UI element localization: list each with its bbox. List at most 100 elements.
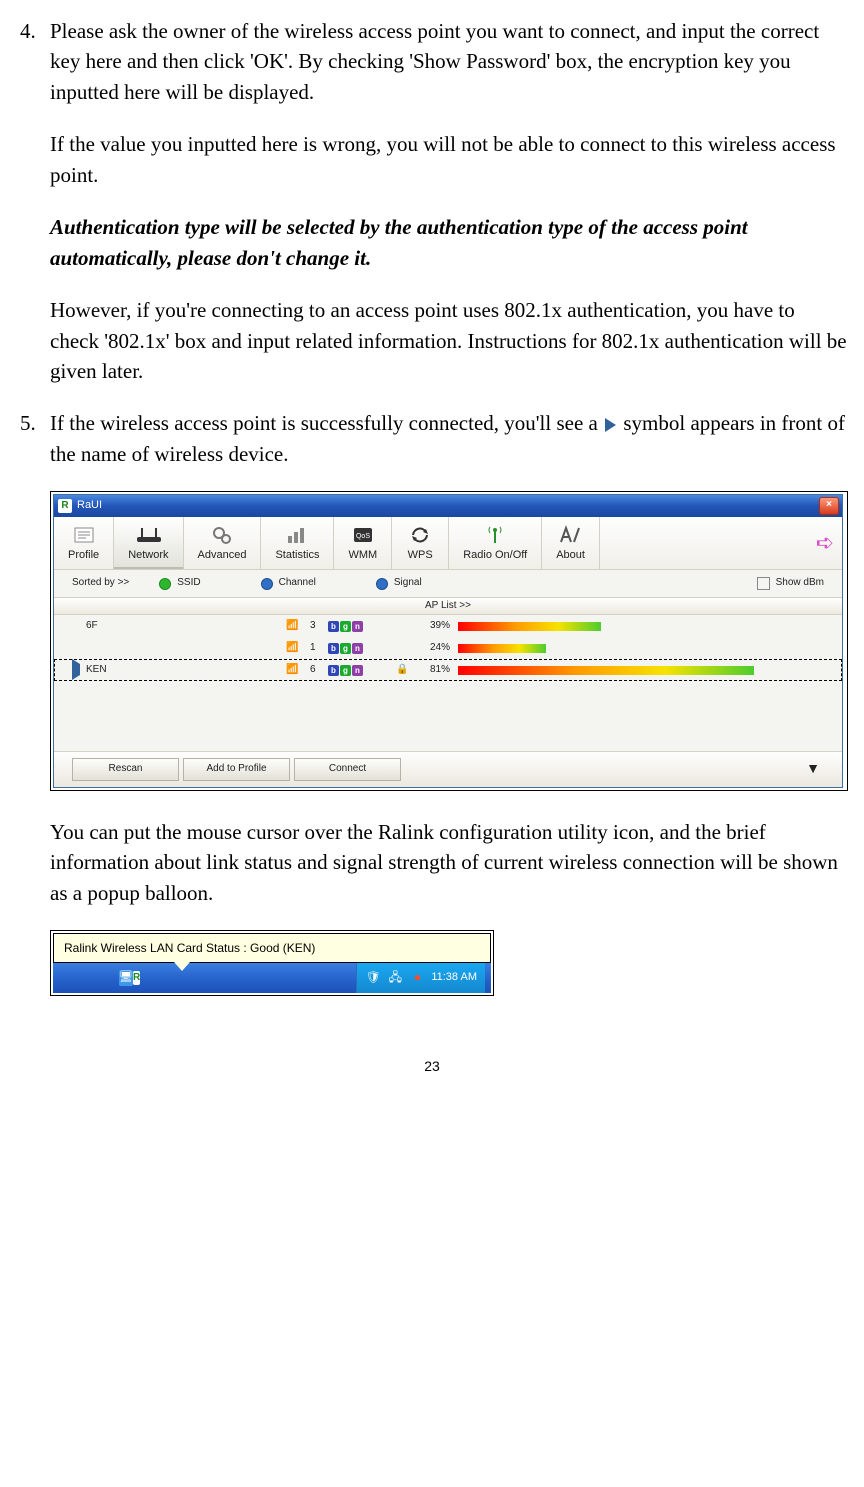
- app-icon: R: [58, 499, 72, 513]
- tab-label: WMM: [348, 548, 377, 564]
- tray-clock: 11:38 AM: [431, 970, 477, 986]
- sort-opt-label: Signal: [394, 576, 422, 591]
- signal-bar: [458, 666, 824, 675]
- page-number: 23: [16, 1056, 848, 1076]
- tab-label: WPS: [408, 548, 433, 564]
- ap-row-connected[interactable]: KEN 📶 6 bgn 🔒 81%: [54, 659, 842, 681]
- lock-icon: 🔒: [396, 663, 410, 678]
- button-row: Rescan Add to Profile Connect ▼: [54, 751, 842, 787]
- step-4: 4. Please ask the owner of the wireless …: [50, 16, 848, 386]
- sort-channel[interactable]: Channel: [261, 576, 316, 591]
- router-icon: [134, 524, 162, 546]
- tab-advanced[interactable]: Advanced: [184, 517, 262, 569]
- ap-channel: 1: [310, 641, 328, 656]
- window-title: RaUI: [77, 498, 102, 514]
- about-icon: [557, 524, 585, 546]
- ap-channel: 6: [310, 663, 328, 678]
- mode-icon: 📶: [286, 663, 310, 678]
- tab-network[interactable]: Network: [114, 517, 183, 569]
- sort-row: Sorted by >> SSID Channel Signal Show dB…: [54, 570, 842, 597]
- ap-channel: 3: [310, 619, 328, 634]
- ap-name: KEN: [86, 663, 286, 678]
- sort-opt-label: SSID: [177, 576, 200, 591]
- step4-para1: Please ask the owner of the wireless acc…: [50, 16, 848, 107]
- show-dbm-label: Show dBm: [776, 576, 824, 591]
- step5-para2: You can put the mouse cursor over the Ra…: [50, 817, 848, 908]
- tab-radio[interactable]: Radio On/Off: [449, 517, 542, 569]
- tray-shield-icon[interactable]: 🛡: [365, 970, 381, 986]
- radio-dot-icon: [159, 578, 171, 590]
- signal-bar: [458, 622, 824, 631]
- taskbar: 🖥 R 🛡 🖧 ● 11:38 AM: [53, 963, 491, 993]
- antenna-icon: [481, 524, 509, 546]
- tab-wmm[interactable]: QoS WMM: [334, 517, 392, 569]
- signal-pct: 81%: [410, 663, 458, 678]
- tab-label: Statistics: [275, 548, 319, 564]
- svg-text:QoS: QoS: [356, 533, 370, 540]
- step-number: 4.: [20, 16, 36, 46]
- signal-pct: 24%: [410, 641, 458, 656]
- radio-dot-icon: [261, 578, 273, 590]
- mode-icon: 📶: [286, 619, 310, 634]
- tab-label: Profile: [68, 548, 99, 564]
- step4-para4: However, if you're connecting to an acce…: [50, 295, 848, 386]
- tooltip-text: Ralink Wireless LAN Card Status : Good (…: [64, 941, 315, 955]
- ap-row[interactable]: 6F 📶 3 bgn 39%: [54, 615, 842, 637]
- tab-label: Network: [128, 548, 168, 564]
- screenshot-raui: R RaUI × Profile: [50, 491, 848, 791]
- conn-mark: [72, 663, 86, 678]
- systray: 🛡 🖧 ● 11:38 AM: [356, 963, 485, 993]
- profile-icon: [70, 524, 98, 546]
- tab-wps[interactable]: WPS: [392, 517, 449, 569]
- step-5: 5. If the wireless access point is succe…: [50, 408, 848, 996]
- expand-down-icon[interactable]: ▼: [806, 758, 824, 781]
- step-number: 5.: [20, 408, 36, 438]
- ap-row[interactable]: 📶 1 bgn 24%: [54, 637, 842, 659]
- tab-about[interactable]: About: [542, 517, 600, 569]
- tab-statistics[interactable]: Statistics: [261, 517, 334, 569]
- tray-network-icon[interactable]: 🖧: [387, 970, 403, 986]
- tray-ralink-icon[interactable]: R: [133, 971, 140, 986]
- refresh-icon: [406, 524, 434, 546]
- step5-para1: If the wireless access point is successf…: [50, 408, 848, 469]
- mode-badges: bgn: [328, 621, 396, 632]
- rescan-button[interactable]: Rescan: [72, 758, 179, 781]
- close-icon[interactable]: ×: [819, 497, 839, 515]
- mode-badges: bgn: [328, 665, 396, 676]
- signal-pct: 39%: [410, 619, 458, 634]
- connect-button[interactable]: Connect: [294, 758, 401, 781]
- signal-bar: [458, 644, 824, 653]
- mode-icon: 📶: [286, 641, 310, 656]
- tab-label: Radio On/Off: [463, 548, 527, 564]
- sort-ssid[interactable]: SSID: [159, 576, 200, 591]
- tab-bar: Profile Network Advanced: [54, 517, 842, 570]
- connected-triangle-icon: [72, 659, 80, 680]
- qos-icon: QoS: [349, 524, 377, 546]
- step4-para2: If the value you inputted here is wrong,…: [50, 129, 848, 190]
- tab-label: About: [556, 548, 585, 564]
- ap-list: 6F 📶 3 bgn 39% 📶 1 bgn: [54, 615, 842, 751]
- gear-icon: [208, 524, 236, 546]
- sort-opt-label: Channel: [279, 576, 316, 591]
- connected-triangle-icon: [605, 418, 616, 432]
- screenshot-taskbar: Ralink Wireless LAN Card Status : Good (…: [50, 930, 494, 996]
- sort-signal[interactable]: Signal: [376, 576, 422, 591]
- tray-monitor-icon[interactable]: 🖥: [119, 970, 133, 986]
- checkbox-icon: [757, 577, 770, 590]
- step5-p1a: If the wireless access point is successf…: [50, 411, 603, 435]
- chart-icon: [283, 524, 311, 546]
- show-dbm-check[interactable]: Show dBm: [757, 576, 824, 591]
- ap-list-header: AP List >>: [54, 597, 842, 616]
- tooltip-balloon: Ralink Wireless LAN Card Status : Good (…: [53, 933, 491, 963]
- ap-name: 6F: [86, 619, 286, 634]
- tab-label: Advanced: [198, 548, 247, 564]
- sort-label: Sorted by >>: [72, 576, 129, 591]
- expand-arrow-icon[interactable]: ➪: [808, 517, 842, 569]
- window-titlebar: R RaUI ×: [54, 495, 842, 517]
- step4-para3: Authentication type will be selected by …: [50, 212, 848, 273]
- radio-dot-icon: [376, 578, 388, 590]
- tab-profile[interactable]: Profile: [54, 517, 114, 569]
- mode-badges: bgn: [328, 643, 396, 654]
- tray-av-icon[interactable]: ●: [409, 970, 425, 986]
- add-profile-button[interactable]: Add to Profile: [183, 758, 290, 781]
